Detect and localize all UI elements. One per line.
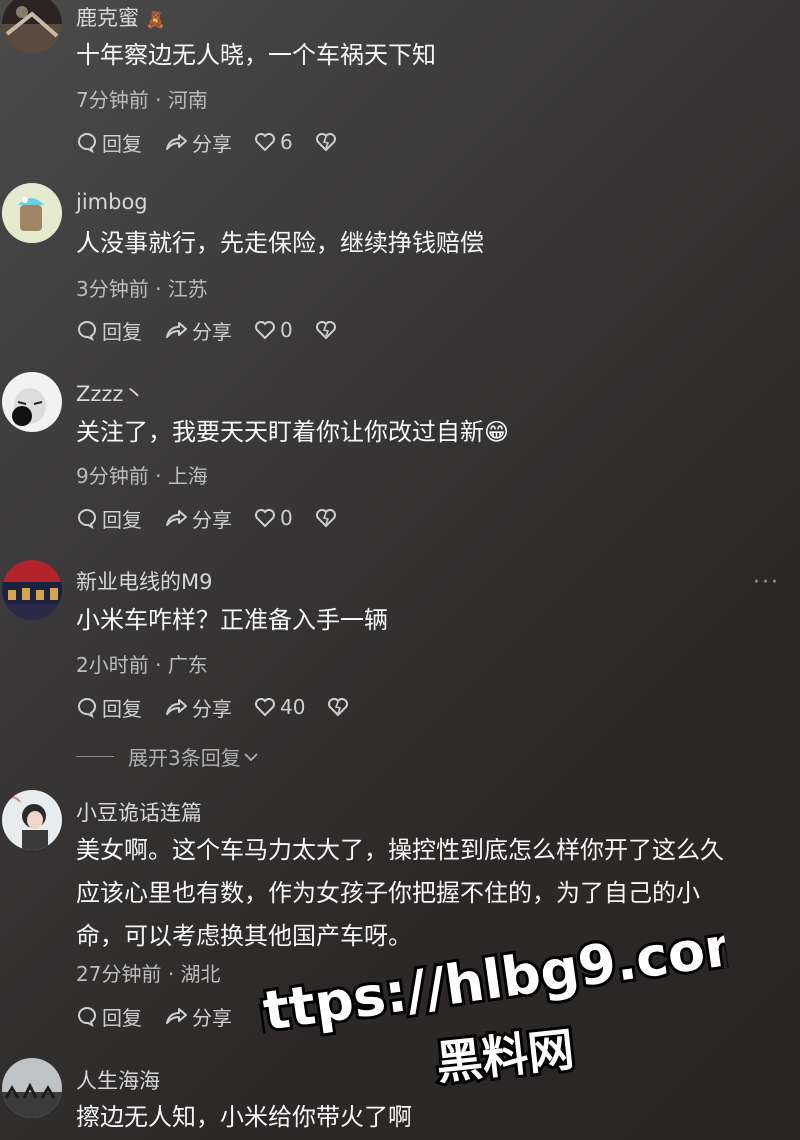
comment-meta: 9分钟前 · 上海 xyxy=(76,464,208,488)
username[interactable]: Zzzz丶 xyxy=(76,378,144,408)
reply-button[interactable]: 回复 xyxy=(76,693,142,722)
comment-actions: 回复 分享 xyxy=(76,1000,254,1032)
svg-text:黑料网: 黑料网 xyxy=(434,1022,577,1090)
like-button[interactable]: 40 xyxy=(254,695,305,719)
comment-actions: 回复 分享 0 xyxy=(76,314,337,346)
avatar[interactable] xyxy=(2,183,62,243)
dislike-button[interactable] xyxy=(315,132,337,152)
broken-heart-icon xyxy=(315,321,336,340)
comment-text: 人没事就行，先走保险，继续挣钱赔偿 xyxy=(76,229,484,257)
dislike-button[interactable] xyxy=(315,508,337,528)
divider xyxy=(76,756,114,757)
reply-button[interactable]: 回复 xyxy=(76,316,142,345)
reply-bubble-icon xyxy=(78,1006,96,1027)
heart-icon xyxy=(255,321,275,340)
reply-button[interactable]: 回复 xyxy=(76,1002,142,1031)
share-arrow-icon xyxy=(166,134,187,150)
reply-bubble-icon xyxy=(78,697,96,718)
comment-actions: 回复 分享 40 xyxy=(76,691,349,723)
reply-bubble-icon xyxy=(78,132,96,153)
comment-text: 关注了，我要天天盯着你让你改过自新😁 xyxy=(76,418,510,446)
like-count: 0 xyxy=(280,318,293,342)
avatar[interactable] xyxy=(2,790,62,850)
chevron-down-icon xyxy=(244,752,258,761)
username[interactable]: 鹿克蜜 🧸 xyxy=(76,2,166,32)
like-count: 6 xyxy=(280,130,293,154)
dislike-button[interactable] xyxy=(315,320,337,340)
broken-heart-icon xyxy=(328,698,349,717)
avatar[interactable] xyxy=(2,1058,62,1118)
username[interactable]: 新业电线的M9 xyxy=(76,566,212,596)
comment-meta: 3分钟前 · 江苏 xyxy=(76,277,208,301)
comment-meta: 7分钟前 · 河南 xyxy=(76,88,208,112)
comment-meta: 27分钟前 · 湖北 xyxy=(76,962,221,986)
comment-actions: 回复 分享 0 xyxy=(76,502,337,534)
share-arrow-icon xyxy=(166,510,187,526)
reply-button[interactable]: 回复 xyxy=(76,128,142,157)
like-button[interactable]: 0 xyxy=(254,318,293,342)
share-button[interactable]: 分享 xyxy=(164,504,232,533)
share-arrow-icon xyxy=(166,322,187,338)
share-button[interactable]: 分享 xyxy=(164,128,232,157)
broken-heart-icon xyxy=(315,509,336,528)
share-button[interactable]: 分享 xyxy=(164,693,232,722)
heart-icon xyxy=(255,698,275,717)
like-button[interactable]: 0 xyxy=(254,506,293,530)
comment-text: 小米车咋样？正准备入手一辆 xyxy=(76,606,388,634)
share-arrow-icon xyxy=(166,1008,187,1024)
avatar[interactable] xyxy=(2,560,62,620)
username[interactable]: 人生海海 xyxy=(76,1065,160,1095)
avatar[interactable] xyxy=(2,0,62,54)
share-button[interactable]: 分享 xyxy=(164,316,232,345)
bear-emoji-icon: 🧸 xyxy=(145,10,166,29)
comment-actions: 回复 分享 6 xyxy=(76,126,337,158)
like-button[interactable]: 6 xyxy=(254,130,293,154)
more-options-button[interactable]: ··· xyxy=(753,570,780,595)
reply-button[interactable]: 回复 xyxy=(76,504,142,533)
comment-meta: 2小时前 · 广东 xyxy=(76,653,208,677)
heart-icon xyxy=(255,133,275,152)
comment-text: 十年察边无人晓，一个车祸天下知 xyxy=(76,41,436,69)
like-count: 40 xyxy=(280,695,306,719)
like-count: 0 xyxy=(280,506,293,530)
reply-bubble-icon xyxy=(78,508,96,529)
username[interactable]: 小豆诡话连篇 xyxy=(76,797,202,827)
heart-icon xyxy=(255,509,275,528)
reply-bubble-icon xyxy=(78,320,96,341)
dislike-button[interactable] xyxy=(327,697,349,717)
share-arrow-icon xyxy=(166,699,187,715)
username[interactable]: jimbog xyxy=(76,190,148,214)
comment-text: 擦边无人知，小米给你带火了啊 xyxy=(76,1103,412,1131)
expand-replies-button[interactable]: 展开3条回复 xyxy=(76,742,259,771)
avatar[interactable] xyxy=(2,372,62,432)
share-button[interactable]: 分享 xyxy=(164,1002,232,1031)
broken-heart-icon xyxy=(315,133,336,152)
